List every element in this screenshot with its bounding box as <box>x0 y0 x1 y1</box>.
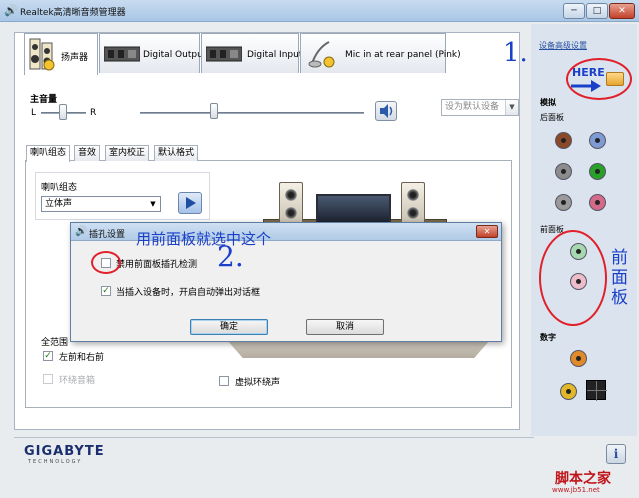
balance-right-label: R <box>90 108 97 118</box>
gigabyte-tagline: TECHNOLOGY <box>28 459 83 465</box>
close-button[interactable]: ✕ <box>609 3 635 19</box>
auto-popup-label: 当插入设备时，开启自动弹出对话框 <box>116 288 261 298</box>
speaker-app-icon: 🔊 <box>4 4 18 17</box>
info-button[interactable]: i <box>606 444 626 464</box>
tab-sound-effects[interactable]: 音效 <box>74 145 101 161</box>
digital-output-icon <box>104 46 140 62</box>
rear-jack-brown[interactable] <box>555 132 572 149</box>
annotation-circle-here <box>566 58 632 100</box>
digital-input-icon <box>206 46 242 62</box>
maximize-button[interactable]: □ <box>586 3 608 19</box>
main-volume-label: 主音量 <box>30 95 58 105</box>
disable-front-jack-detection-label: 禁用前面板插孔检测 <box>116 260 198 270</box>
balance-slider-thumb[interactable] <box>59 104 67 120</box>
rear-jack-blue[interactable] <box>589 132 606 149</box>
tab-default-format[interactable]: 默认格式 <box>154 145 199 161</box>
front-full-range-checkbox[interactable]: ✓ <box>43 351 53 361</box>
window-title: Realtek高清晰音频管理器 <box>20 8 126 18</box>
advanced-settings-link[interactable]: 设备高级设置 <box>539 40 587 51</box>
watermark-text: 脚本之家 <box>555 471 611 487</box>
virtual-surround-label: 虚拟环绕声 <box>235 378 281 388</box>
minimize-button[interactable]: ─ <box>563 3 585 19</box>
rear-jack-gray[interactable] <box>555 163 572 180</box>
annotation-circle-checkbox <box>91 251 121 274</box>
tab-mic-rear-panel[interactable]: Mic in at rear panel (Pink) <box>300 33 461 73</box>
speaker-config-value: 立体声 <box>45 199 73 209</box>
tv-screen-graphic <box>316 194 391 224</box>
annotation-select-hint: 用前面板就选中这个 <box>136 230 272 248</box>
tab-speakers-label: 扬声器 <box>61 53 89 63</box>
tab-room-correction[interactable]: 室内校正 <box>105 145 150 161</box>
rear-jack-green[interactable] <box>589 163 606 180</box>
rear-jack-pink[interactable] <box>589 194 606 211</box>
optical-spdif-icon[interactable] <box>586 380 607 401</box>
play-icon <box>186 197 196 209</box>
speaker-volume-icon <box>380 104 393 118</box>
set-default-device-label: 设为默认设备 <box>445 102 500 112</box>
coaxial-jack-yellow[interactable] <box>560 383 577 400</box>
volume-slider-track[interactable] <box>140 112 364 114</box>
virtual-surround-checkbox[interactable] <box>219 376 229 386</box>
speaker-config-dropdown[interactable]: 立体声 ▼ <box>41 196 161 212</box>
rear-panel-label: 后面板 <box>540 113 564 122</box>
annotation-step-1: 1. <box>503 38 528 68</box>
gigabyte-logo: GIGABYTE <box>24 444 105 459</box>
tab-speaker-configuration[interactable]: 喇叭组态 <box>26 145 71 162</box>
analog-label: 模拟 <box>540 98 556 107</box>
annotation-front-panel: 前面板 <box>611 248 628 308</box>
dialog-title: 插孔设置 <box>89 230 126 240</box>
front-right-speaker[interactable] <box>401 182 425 226</box>
chevron-down-icon: ▼ <box>505 100 518 115</box>
microphone-icon <box>308 41 335 68</box>
full-range-label: 全范围 <box>41 338 69 348</box>
tab-mic-label: Mic in at rear panel (Pink) <box>345 50 461 60</box>
mute-button[interactable] <box>375 101 397 121</box>
front-full-range-label: 左前和右前 <box>59 353 105 363</box>
set-default-device-dropdown[interactable]: 设为默认设备 ▼ <box>441 99 519 116</box>
dialog-close-button[interactable]: ✕ <box>476 225 498 238</box>
surround-full-range-label: 环绕音箱 <box>59 376 96 386</box>
annotation-circle-front-panel <box>539 230 607 326</box>
title-bar: 🔊 Realtek高清晰音频管理器 <box>0 0 639 22</box>
ok-button[interactable]: 确定 <box>190 319 268 335</box>
bottom-divider <box>14 437 534 438</box>
tab-speakers[interactable]: 扬声器 <box>24 33 98 75</box>
stage-floor <box>227 340 490 358</box>
tab-digital-input[interactable]: Digital Input <box>201 33 303 73</box>
tab-digital-output-label: Digital Output <box>143 50 207 60</box>
annotation-step-2: 2. <box>217 240 244 273</box>
speaker-app-icon: 🔊 <box>75 226 88 237</box>
digital-label: 数字 <box>540 333 556 342</box>
balance-left-label: L <box>31 108 37 118</box>
cancel-button[interactable]: 取消 <box>306 319 384 335</box>
coaxial-jack[interactable] <box>570 350 587 367</box>
rear-jack-black[interactable] <box>555 194 572 211</box>
speaker-device-icon <box>29 38 55 71</box>
front-left-speaker[interactable] <box>279 182 303 226</box>
auto-popup-checkbox[interactable]: ✓ <box>101 286 111 296</box>
chevron-down-icon: ▼ <box>150 200 156 208</box>
play-test-button[interactable] <box>178 192 202 214</box>
watermark-url: www.jb51.net <box>552 486 600 494</box>
jack-settings-dialog: 🔊 插孔设置 <box>70 222 502 342</box>
tab-digital-input-label: Digital Input <box>247 50 303 60</box>
volume-slider-thumb[interactable] <box>210 103 218 119</box>
surround-full-range-checkbox[interactable] <box>43 374 53 384</box>
speaker-config-label: 喇叭组态 <box>41 183 78 193</box>
tab-digital-output[interactable]: Digital Output <box>99 33 206 73</box>
